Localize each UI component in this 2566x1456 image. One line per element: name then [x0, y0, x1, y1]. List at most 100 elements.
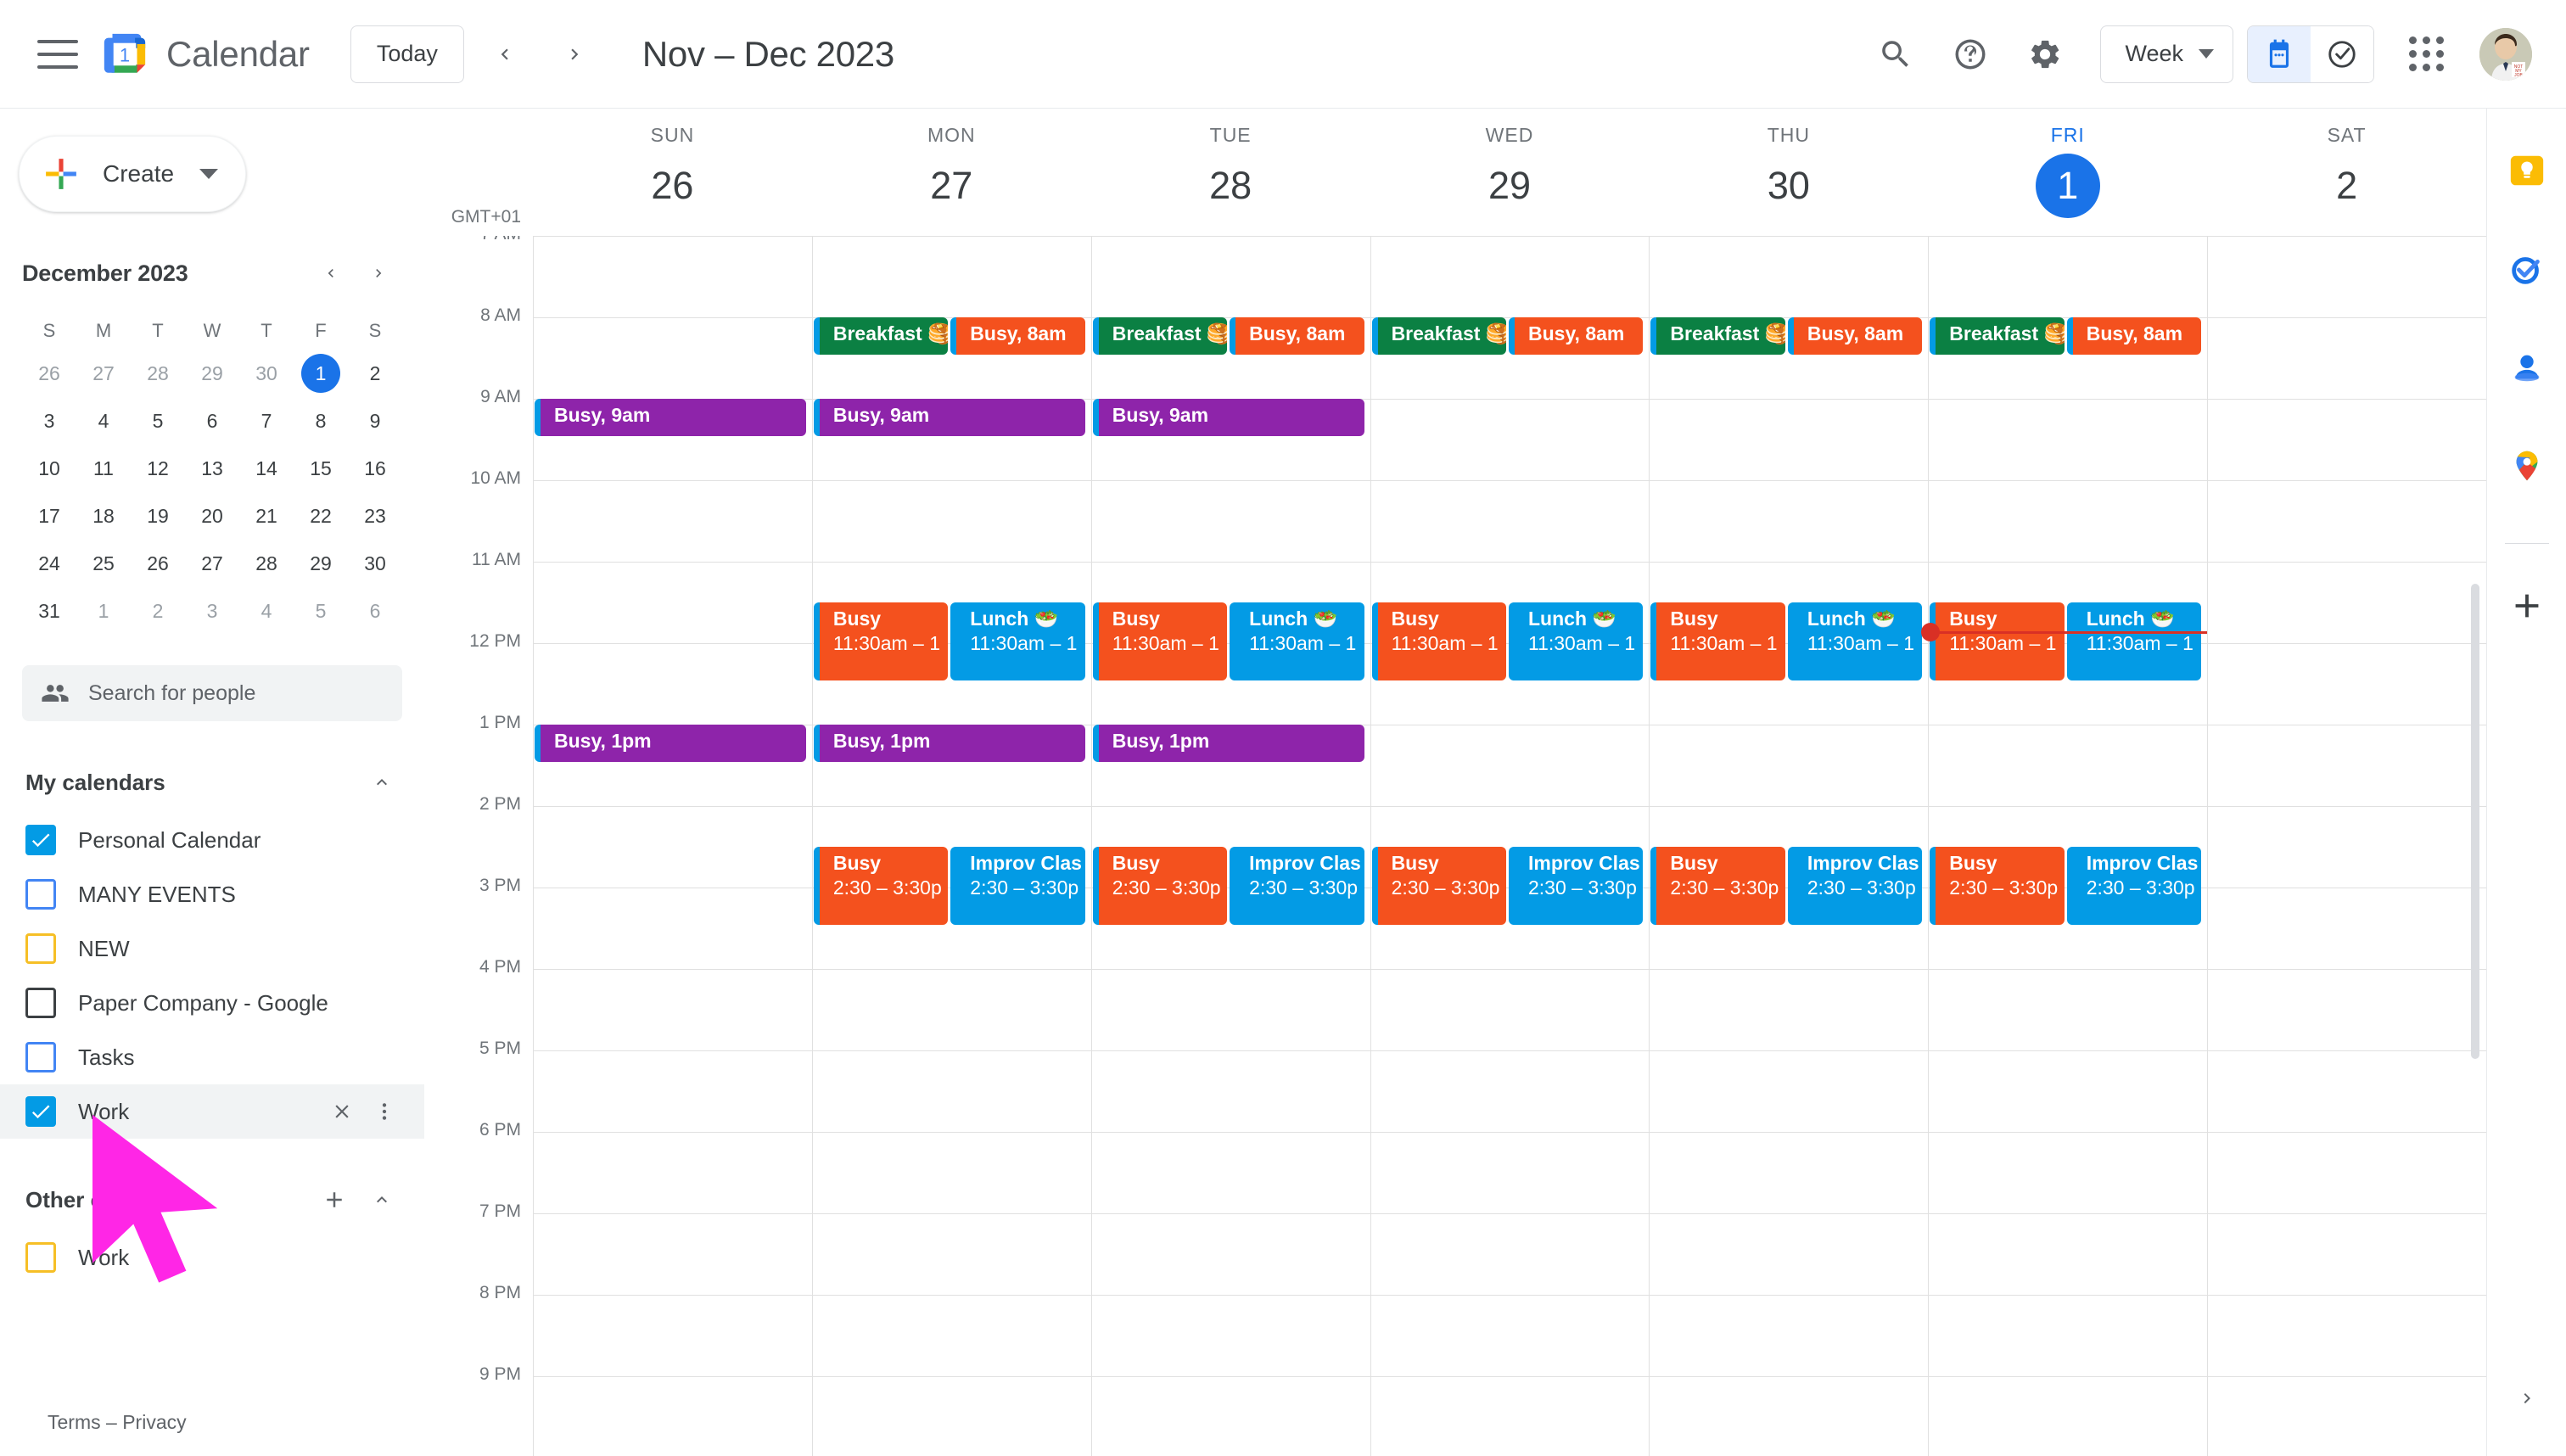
calendar-event[interactable]: Breakfast 🥞 — [813, 317, 949, 355]
calendar-event[interactable]: Improv Clas 2:30 – 3:30p — [1230, 847, 1364, 925]
calendar-list-item[interactable]: Work — [0, 1084, 424, 1139]
google-contacts-button[interactable] — [2502, 343, 2552, 392]
calendar-event[interactable]: Busy 11:30am – 1 — [1650, 602, 1785, 680]
mini-calendar-next-button[interactable] — [355, 249, 402, 297]
day-header-fri[interactable]: FRI 1 — [1928, 109, 2207, 236]
day-header-wed[interactable]: WED 29 — [1370, 109, 1650, 236]
calendar-event[interactable]: Lunch 🥗 11:30am – 1 — [1230, 602, 1364, 680]
calendar-checkbox[interactable] — [25, 879, 56, 910]
calendar-event[interactable]: Busy, 8am — [1509, 317, 1644, 355]
mini-calendar-day[interactable]: 21 — [239, 492, 294, 540]
mini-calendar-day[interactable]: 15 — [294, 445, 348, 492]
calendar-event[interactable]: Improv Clas 2:30 – 3:30p — [1787, 847, 1923, 925]
privacy-link[interactable]: Privacy — [122, 1411, 186, 1433]
mini-calendar-day[interactable]: 28 — [131, 350, 185, 397]
calendar-event[interactable]: Busy, 9am — [535, 399, 806, 436]
mini-calendar-day[interactable]: 8 — [294, 397, 348, 445]
mini-calendar-day[interactable]: 12 — [131, 445, 185, 492]
remove-calendar-button[interactable] — [321, 1090, 363, 1133]
other-calendars-collapse-button[interactable] — [358, 1176, 406, 1224]
mini-calendar-day[interactable]: 26 — [22, 350, 76, 397]
calendar-event[interactable]: Lunch 🥗 11:30am – 1 — [2066, 602, 2202, 680]
mini-calendar-day[interactable]: 28 — [239, 540, 294, 587]
calendar-options-button[interactable] — [363, 1090, 406, 1133]
calendar-vertical-scrollbar[interactable] — [2471, 584, 2479, 1059]
prev-week-button[interactable] — [476, 25, 534, 83]
mini-calendar-day[interactable]: 30 — [348, 540, 402, 587]
tasks-view-toggle[interactable] — [2311, 25, 2373, 82]
calendar-event[interactable]: Busy, 9am — [813, 399, 1085, 436]
day-header-thu[interactable]: THU 30 — [1649, 109, 1928, 236]
mini-calendar-day[interactable]: 3 — [22, 397, 76, 445]
calendar-event[interactable]: Busy 11:30am – 1 — [1930, 602, 2065, 680]
mini-calendar-day[interactable]: 5 — [294, 587, 348, 635]
mini-calendar-day[interactable]: 23 — [348, 492, 402, 540]
day-header-tue[interactable]: TUE 28 — [1091, 109, 1370, 236]
calendar-event[interactable]: Improv Clas 2:30 – 3:30p — [950, 847, 1085, 925]
calendar-event[interactable]: Busy 2:30 – 3:30p — [1092, 847, 1228, 925]
mini-calendar-day[interactable]: 20 — [185, 492, 239, 540]
google-apps-button[interactable] — [2393, 21, 2459, 87]
mini-calendar-day[interactable]: 4 — [76, 397, 131, 445]
calendar-event[interactable]: Busy 2:30 – 3:30p — [1371, 847, 1506, 925]
mini-calendar-day[interactable]: 19 — [131, 492, 185, 540]
search-for-people-input[interactable]: Search for people — [22, 665, 402, 721]
today-button[interactable]: Today — [350, 25, 464, 83]
terms-link[interactable]: Terms — [48, 1411, 101, 1433]
calendar-checkbox[interactable] — [25, 988, 56, 1018]
calendar-checkbox[interactable] — [25, 1242, 56, 1273]
mini-calendar-day[interactable]: 22 — [294, 492, 348, 540]
calendar-checkbox[interactable] — [25, 825, 56, 855]
calendar-event[interactable]: Busy 11:30am – 1 — [1092, 602, 1228, 680]
google-keep-button[interactable] — [2502, 146, 2552, 195]
my-calendars-header[interactable]: My calendars — [0, 752, 424, 813]
calendar-list-item[interactable]: Paper Company - Google — [0, 976, 424, 1030]
calendar-event[interactable]: Breakfast 🥞 — [1371, 317, 1506, 355]
mini-calendar-prev-button[interactable] — [307, 249, 355, 297]
mini-calendar-day[interactable]: 30 — [239, 350, 294, 397]
mini-calendar-day[interactable]: 16 — [348, 445, 402, 492]
mini-calendar-day[interactable]: 5 — [131, 397, 185, 445]
calendar-event[interactable]: Busy, 1pm — [535, 725, 806, 762]
calendar-list-item[interactable]: Tasks — [0, 1030, 424, 1084]
help-button[interactable] — [1937, 21, 2003, 87]
calendar-event[interactable]: Improv Clas 2:30 – 3:30p — [1509, 847, 1644, 925]
calendar-event[interactable]: Busy 2:30 – 3:30p — [1650, 847, 1785, 925]
mini-calendar-day[interactable]: 26 — [131, 540, 185, 587]
mini-calendar-day[interactable]: 13 — [185, 445, 239, 492]
calendar-view-toggle[interactable] — [2248, 25, 2311, 82]
calendar-event[interactable]: Busy, 1pm — [1092, 725, 1364, 762]
mini-calendar-day[interactable]: 10 — [22, 445, 76, 492]
mini-calendar-day[interactable]: 18 — [76, 492, 131, 540]
create-button[interactable]: Create — [19, 136, 246, 212]
calendar-event[interactable]: Lunch 🥗 11:30am – 1 — [1787, 602, 1923, 680]
mini-calendar-day[interactable]: 9 — [348, 397, 402, 445]
calendar-list-item[interactable]: Personal Calendar — [0, 813, 424, 867]
mini-calendar-day[interactable]: 6 — [185, 397, 239, 445]
calendar-event[interactable]: Busy, 8am — [950, 317, 1085, 355]
mini-calendar-day[interactable]: 24 — [22, 540, 76, 587]
calendar-checkbox[interactable] — [25, 933, 56, 964]
calendar-event[interactable]: Busy 11:30am – 1 — [813, 602, 949, 680]
view-selector[interactable]: Week — [2100, 25, 2233, 83]
mini-calendar-day[interactable]: 4 — [239, 587, 294, 635]
mini-calendar-day[interactable]: 27 — [76, 350, 131, 397]
search-button[interactable] — [1863, 21, 1929, 87]
day-header-sat[interactable]: SAT 2 — [2207, 109, 2486, 236]
mini-calendar-day[interactable]: 1 — [76, 587, 131, 635]
mini-calendar-day[interactable]: 29 — [294, 540, 348, 587]
mini-calendar-day[interactable]: 14 — [239, 445, 294, 492]
settings-button[interactable] — [2012, 21, 2078, 87]
day-header-sun[interactable]: SUN 26 — [533, 109, 812, 236]
add-addon-button[interactable] — [2502, 581, 2552, 630]
calendar-event[interactable]: Breakfast 🥞 — [1650, 317, 1785, 355]
day-header-mon[interactable]: MON 27 — [812, 109, 1091, 236]
calendar-list-item[interactable]: NEW — [0, 921, 424, 976]
mini-calendar-day[interactable]: 2 — [348, 350, 402, 397]
calendar-event[interactable]: Busy, 8am — [2066, 317, 2202, 355]
add-other-calendar-button[interactable] — [311, 1176, 358, 1224]
google-tasks-button[interactable] — [2502, 244, 2552, 294]
calendar-event[interactable]: Busy 2:30 – 3:30p — [813, 847, 949, 925]
mini-calendar-day[interactable]: 29 — [185, 350, 239, 397]
hamburger-menu-icon[interactable] — [37, 39, 78, 69]
